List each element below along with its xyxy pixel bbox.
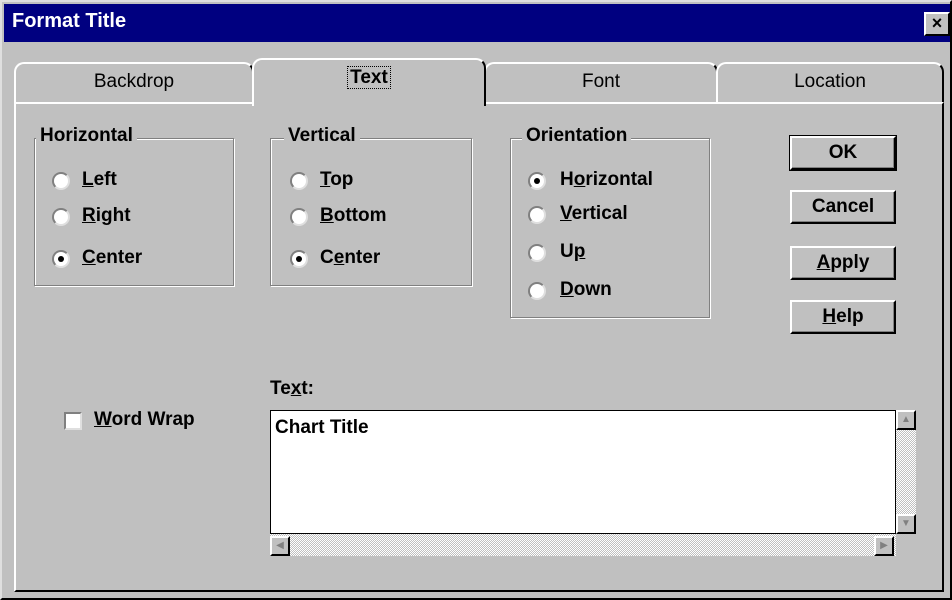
radio-circle-selected <box>528 172 546 190</box>
tab-text-label: Text <box>347 66 391 89</box>
radio-circle-selected <box>52 250 70 268</box>
tab-font[interactable]: Font <box>484 62 718 104</box>
scroll-up-button[interactable]: ▲ <box>896 410 916 430</box>
tab-location[interactable]: Location <box>716 62 944 104</box>
help-button[interactable]: Help <box>790 300 896 334</box>
scroll-left-button[interactable]: ◀ <box>270 536 290 556</box>
radio-circle <box>290 208 308 226</box>
radio-bottom-label: Bottom <box>320 205 387 226</box>
horizontal-group-label: Horizontal <box>36 125 137 147</box>
ok-button[interactable]: OK <box>789 135 897 171</box>
scroll-down-button[interactable]: ▼ <box>896 514 916 534</box>
title-text-input[interactable]: Chart Title <box>270 410 896 534</box>
close-icon: × <box>931 13 943 33</box>
scroll-right-button[interactable]: ▶ <box>874 536 894 556</box>
orientation-group-label: Orientation <box>522 125 632 147</box>
radio-orientation-down-label: Down <box>560 279 612 300</box>
radio-circle <box>528 244 546 262</box>
radio-circle-selected <box>290 250 308 268</box>
title-bar[interactable]: Format Title × <box>4 4 950 42</box>
tab-backdrop-label: Backdrop <box>93 71 175 92</box>
radio-center-vertical-label: Center <box>320 247 381 268</box>
apply-button[interactable]: Apply <box>790 246 896 280</box>
dialog-title: Format Title <box>12 10 127 32</box>
radio-left-label: Left <box>82 169 117 190</box>
horizontal-scrollbar[interactable] <box>270 534 896 556</box>
radio-top-label: Top <box>320 169 354 190</box>
radio-circle <box>52 208 70 226</box>
title-text-value: Chart Title <box>275 417 369 438</box>
radio-circle <box>290 172 308 190</box>
radio-right-label: Right <box>82 205 131 226</box>
scroll-up-arrow-icon: ▲ <box>901 414 911 425</box>
radio-circle <box>52 172 70 190</box>
word-wrap-label: Word Wrap <box>94 409 195 430</box>
scroll-right-arrow-icon: ▶ <box>880 540 888 551</box>
cancel-button[interactable]: Cancel <box>790 190 896 224</box>
tab-location-label: Location <box>794 71 866 92</box>
scrollbar-corner <box>896 534 916 556</box>
scroll-left-arrow-icon: ◀ <box>276 540 284 551</box>
tab-font-label: Font <box>581 71 621 92</box>
radio-circle <box>528 206 546 224</box>
radio-circle <box>528 282 546 300</box>
radio-center-label: Center <box>82 247 143 268</box>
checkbox-box <box>64 412 82 430</box>
radio-orientation-up-label: Up <box>560 241 586 262</box>
text-field-label: Text: <box>270 378 314 399</box>
vertical-group-label: Vertical <box>284 125 360 147</box>
scroll-down-arrow-icon: ▼ <box>901 518 911 529</box>
radio-orientation-horizontal-label: Horizontal <box>560 169 653 190</box>
tab-text[interactable]: Text <box>252 58 486 106</box>
radio-orientation-vertical-label: Vertical <box>560 203 628 224</box>
close-button[interactable]: × <box>924 12 950 36</box>
tab-backdrop[interactable]: Backdrop <box>14 62 254 104</box>
